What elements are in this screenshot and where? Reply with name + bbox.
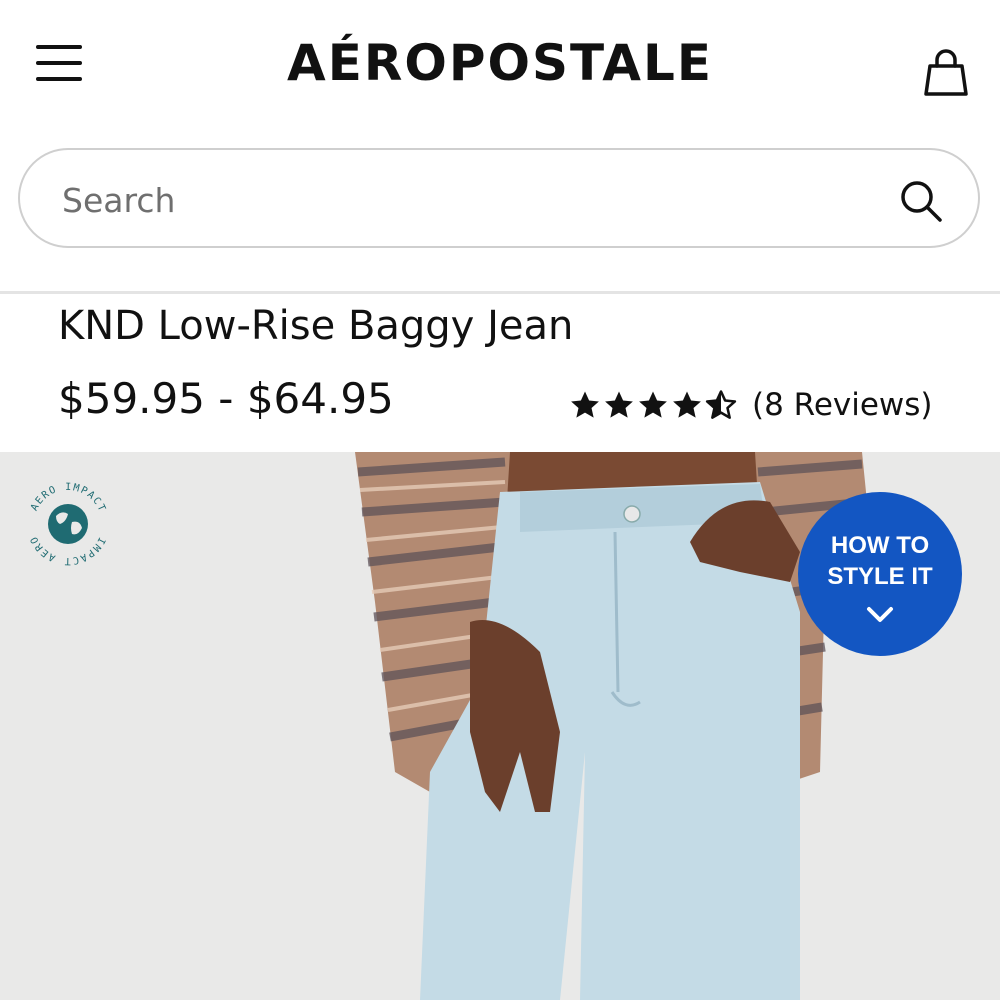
header-divider	[0, 291, 1000, 294]
how-to-style-it-button[interactable]: HOW TO STYLE IT	[798, 492, 962, 656]
shopping-bag-icon[interactable]	[922, 48, 970, 98]
star-full-icon	[571, 391, 599, 418]
star-rating	[568, 388, 738, 422]
star-full-icon	[673, 391, 701, 418]
chevron-down-icon	[867, 607, 893, 622]
review-count-link[interactable]: (8 Reviews)	[752, 387, 933, 423]
star-full-icon	[605, 391, 633, 418]
product-page: AÉROPOSTALE KND Low-Rise Baggy Jean $59.…	[0, 0, 1000, 1000]
search-bar[interactable]	[18, 148, 980, 248]
globe-icon	[48, 504, 88, 544]
product-rating[interactable]: (8 Reviews)	[568, 382, 933, 428]
brand-logo[interactable]: AÉROPOSTALE	[0, 34, 1000, 92]
aero-impact-badge[interactable]: AERO IMPACT IMPACT AERO	[22, 478, 114, 570]
star-full-icon	[639, 391, 667, 418]
search-input[interactable]	[60, 174, 864, 226]
style-button-label: HOW TO STYLE IT	[827, 532, 933, 590]
site-header: AÉROPOSTALE	[0, 0, 1000, 130]
product-price: $59.95 - $64.95	[58, 374, 394, 423]
product-title: KND Low-Rise Baggy Jean	[58, 303, 574, 349]
star-half-icon	[705, 390, 737, 419]
search-icon[interactable]	[898, 178, 944, 224]
